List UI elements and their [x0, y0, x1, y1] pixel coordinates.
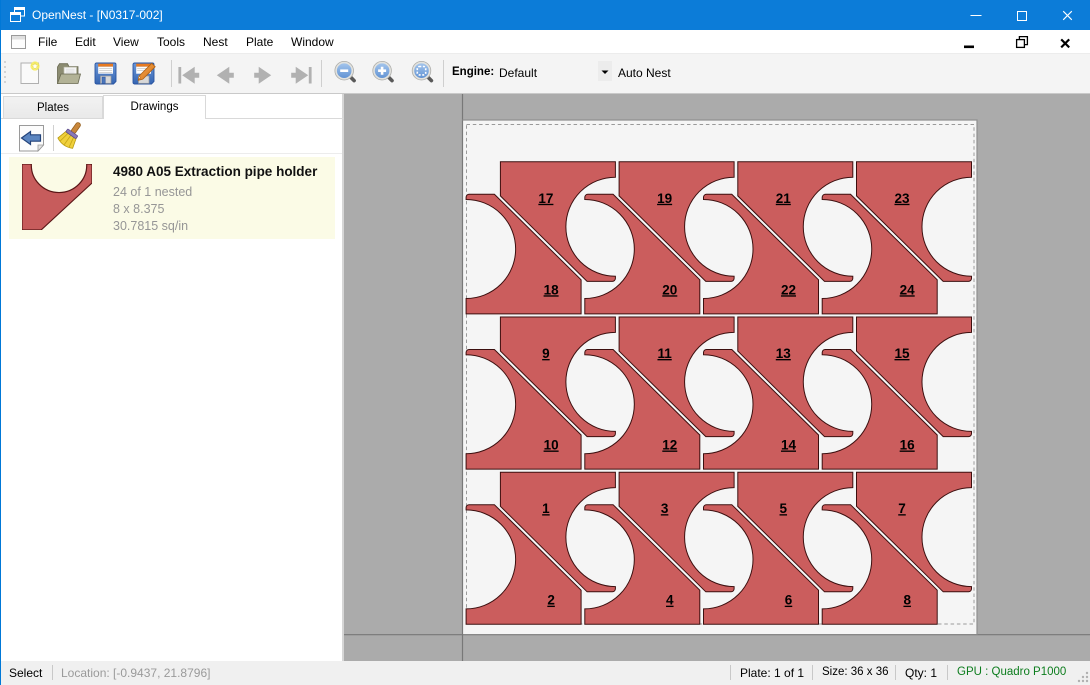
- svg-text:21: 21: [776, 191, 792, 206]
- svg-text:3: 3: [661, 501, 669, 516]
- svg-text:11: 11: [657, 346, 672, 361]
- svg-text:16: 16: [900, 438, 916, 453]
- svg-text:23: 23: [894, 191, 910, 206]
- svg-text:18: 18: [544, 282, 560, 297]
- svg-text:13: 13: [776, 346, 792, 361]
- svg-text:19: 19: [657, 191, 672, 206]
- svg-text:4: 4: [666, 593, 674, 608]
- svg-text:2: 2: [547, 593, 555, 608]
- svg-text:15: 15: [894, 346, 910, 361]
- svg-text:17: 17: [538, 191, 553, 206]
- svg-text:5: 5: [780, 501, 788, 516]
- svg-text:22: 22: [781, 282, 796, 297]
- svg-text:24: 24: [900, 282, 916, 297]
- svg-text:9: 9: [542, 346, 550, 361]
- svg-text:14: 14: [781, 438, 797, 453]
- svg-text:7: 7: [898, 501, 906, 516]
- svg-text:20: 20: [662, 282, 677, 297]
- svg-text:8: 8: [903, 593, 911, 608]
- svg-text:6: 6: [785, 593, 793, 608]
- svg-text:10: 10: [544, 438, 559, 453]
- svg-text:1: 1: [542, 501, 550, 516]
- svg-text:12: 12: [662, 438, 677, 453]
